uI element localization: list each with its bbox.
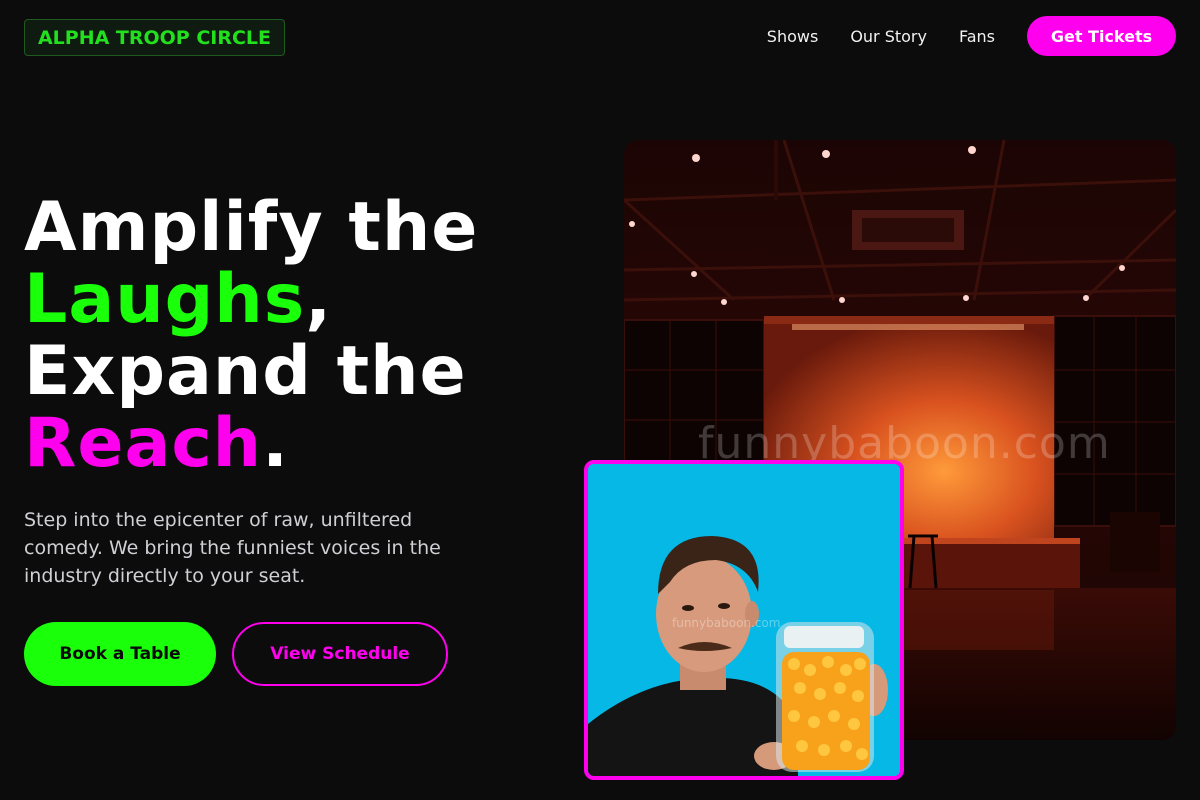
portrait-watermark: funnybaboon.com — [672, 616, 781, 630]
view-schedule-button[interactable]: View Schedule — [232, 622, 448, 686]
headline-line-1: Amplify the — [24, 188, 479, 267]
nav-shows[interactable]: Shows — [767, 27, 819, 46]
hero-headline: Amplify the Laughs, Expand the Reach. — [24, 192, 584, 480]
brand-logo[interactable]: ALPHA TROOP CIRCLE — [24, 19, 285, 56]
headline-highlight-reach: Reach — [24, 404, 263, 483]
hero-lead-text: Step into the epicenter of raw, unfilter… — [24, 509, 441, 587]
headline-line-3: Expand the — [24, 332, 467, 411]
headline-period: . — [262, 404, 289, 483]
nav-fans[interactable]: Fans — [959, 27, 995, 46]
brand-name: ALPHA TROOP CIRCLE — [37, 26, 272, 49]
top-nav: Shows Our Story Fans Get Tickets — [767, 16, 1176, 56]
get-tickets-button[interactable]: Get Tickets — [1027, 16, 1176, 56]
nav-our-story[interactable]: Our Story — [850, 27, 927, 46]
book-table-button[interactable]: Book a Table — [24, 622, 216, 686]
comedian-portrait: funnybaboon.com — [584, 460, 904, 780]
headline-highlight-laughs: Laughs — [24, 260, 306, 339]
headline-comma: , — [305, 260, 333, 339]
page: ALPHA TROOP CIRCLE Shows Our Story Fans … — [0, 0, 1200, 800]
